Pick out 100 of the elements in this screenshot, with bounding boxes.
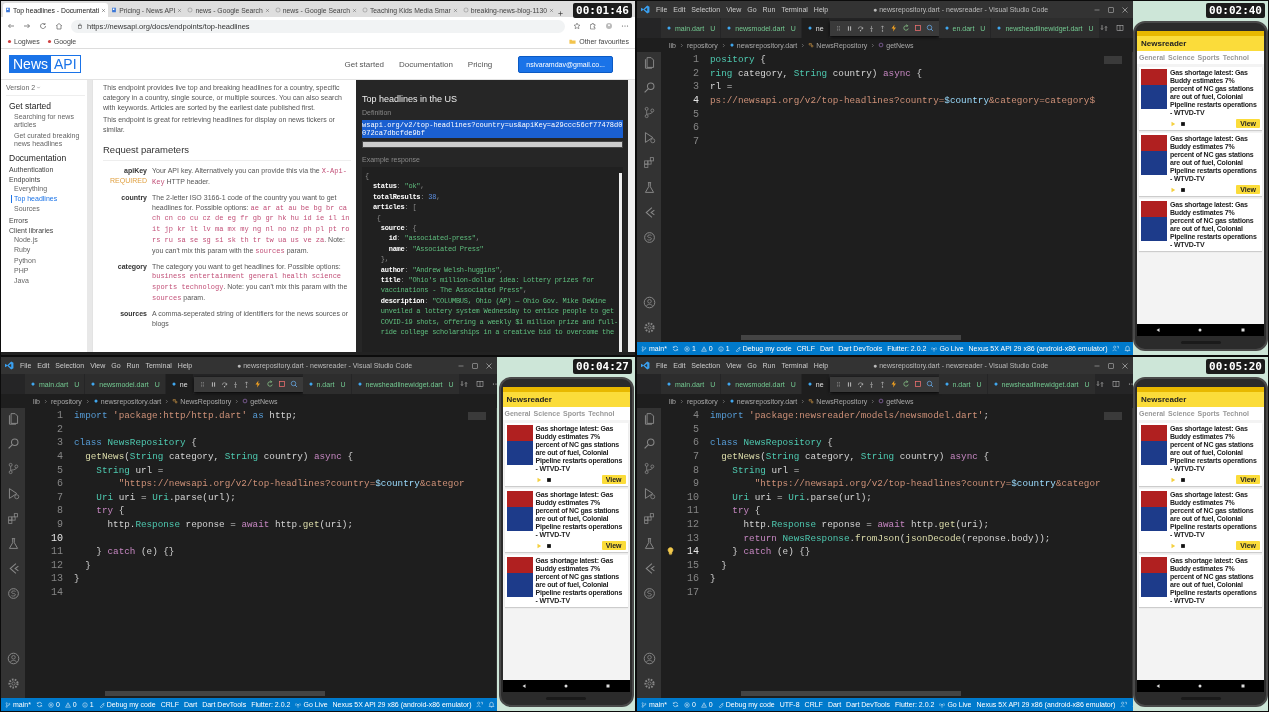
close-icon[interactable] bbox=[264, 7, 270, 13]
back-icon[interactable] bbox=[1155, 683, 1162, 689]
compare-icon[interactable] bbox=[459, 380, 468, 388]
home-icon[interactable] bbox=[1197, 683, 1204, 689]
stop-icon[interactable] bbox=[545, 542, 552, 549]
recents-icon[interactable] bbox=[1239, 327, 1246, 333]
step-out-icon[interactable] bbox=[242, 380, 250, 388]
stop-icon[interactable] bbox=[545, 476, 552, 483]
extensions-icon[interactable] bbox=[642, 512, 656, 525]
lightbulb-icon[interactable] bbox=[666, 547, 675, 557]
lightning-icon[interactable] bbox=[253, 380, 262, 388]
profile-icon[interactable] bbox=[605, 22, 613, 30]
coin-icon[interactable] bbox=[6, 587, 20, 600]
files-icon[interactable] bbox=[6, 412, 20, 425]
sidebar-link[interactable]: Get started bbox=[6, 101, 85, 111]
compare-icon[interactable] bbox=[1095, 380, 1104, 388]
restart-icon[interactable] bbox=[901, 380, 910, 388]
search-icon[interactable] bbox=[642, 81, 656, 94]
settings-icon[interactable] bbox=[642, 677, 656, 690]
scrollbar[interactable] bbox=[619, 173, 622, 352]
split-editor-icon[interactable] bbox=[475, 380, 484, 388]
account-icon[interactable] bbox=[642, 296, 656, 309]
feedback-icon[interactable] bbox=[476, 701, 484, 708]
feedback-icon[interactable] bbox=[1112, 345, 1120, 352]
search-icon[interactable] bbox=[289, 380, 298, 388]
maximize-icon[interactable] bbox=[1107, 361, 1115, 370]
chevrons-icon[interactable] bbox=[642, 206, 656, 219]
recents-icon[interactable] bbox=[1239, 683, 1246, 689]
scrollbar[interactable] bbox=[741, 691, 961, 696]
split-editor-icon[interactable] bbox=[1115, 24, 1124, 32]
stop-icon[interactable] bbox=[1180, 542, 1186, 549]
close-icon[interactable] bbox=[452, 7, 458, 13]
pause-icon[interactable] bbox=[845, 24, 853, 32]
step-over-icon[interactable] bbox=[220, 380, 228, 388]
branch-icon[interactable] bbox=[642, 462, 656, 475]
step-over-icon[interactable] bbox=[856, 380, 864, 388]
step-out-icon[interactable] bbox=[878, 24, 886, 32]
stop-icon[interactable] bbox=[1180, 476, 1186, 483]
sync-icon[interactable] bbox=[671, 345, 679, 352]
close-icon[interactable] bbox=[177, 7, 183, 13]
search-icon[interactable] bbox=[6, 437, 20, 450]
reload-icon[interactable] bbox=[39, 22, 47, 30]
files-icon[interactable] bbox=[642, 412, 656, 425]
step-out-icon[interactable] bbox=[878, 380, 886, 388]
stop-icon[interactable] bbox=[1180, 120, 1186, 127]
sidebar-link[interactable]: Documentation bbox=[6, 152, 85, 163]
run-icon[interactable] bbox=[642, 487, 656, 500]
feedback-icon[interactable] bbox=[1120, 701, 1128, 708]
scrollbar[interactable] bbox=[105, 691, 325, 696]
files-icon[interactable] bbox=[642, 56, 656, 69]
restart-icon[interactable] bbox=[901, 24, 910, 32]
account-icon[interactable] bbox=[642, 652, 656, 665]
pause-icon[interactable] bbox=[845, 380, 853, 388]
flask-icon[interactable] bbox=[6, 537, 20, 550]
scrollbar[interactable] bbox=[741, 335, 961, 340]
nav-link[interactable]: Documentation bbox=[399, 59, 453, 69]
compare-icon[interactable] bbox=[1099, 24, 1108, 32]
step-over-icon[interactable] bbox=[856, 24, 864, 32]
home-icon[interactable] bbox=[563, 683, 569, 689]
forward-icon[interactable] bbox=[23, 22, 31, 30]
lightning-icon[interactable] bbox=[889, 380, 898, 388]
close-icon[interactable] bbox=[549, 7, 554, 13]
search-icon[interactable] bbox=[642, 437, 656, 450]
close-icon[interactable] bbox=[351, 7, 357, 13]
flask-icon[interactable] bbox=[642, 537, 656, 550]
close-icon[interactable] bbox=[101, 7, 107, 13]
bell-icon[interactable] bbox=[488, 701, 496, 708]
home-icon[interactable] bbox=[1197, 327, 1204, 333]
site-logo[interactable]: News API bbox=[9, 55, 81, 73]
sync-icon[interactable] bbox=[671, 701, 679, 708]
recents-icon[interactable] bbox=[605, 683, 612, 689]
step-into-icon[interactable] bbox=[867, 24, 875, 32]
settings-icon[interactable] bbox=[6, 677, 20, 690]
bell-icon[interactable] bbox=[1124, 345, 1132, 352]
extensions-icon[interactable] bbox=[6, 512, 20, 525]
restart-icon[interactable] bbox=[265, 380, 274, 388]
extensions-icon[interactable] bbox=[642, 156, 656, 169]
run-icon[interactable] bbox=[6, 487, 20, 500]
nav-link[interactable]: Get started bbox=[344, 59, 385, 69]
stop-icon[interactable] bbox=[1180, 186, 1186, 193]
maximize-icon[interactable] bbox=[1107, 5, 1115, 14]
flask-icon[interactable] bbox=[642, 181, 656, 194]
branch-icon[interactable] bbox=[6, 462, 20, 475]
branch-icon[interactable] bbox=[642, 106, 656, 119]
coin-icon[interactable] bbox=[642, 231, 656, 244]
lightning-icon[interactable] bbox=[889, 24, 898, 32]
nav-link[interactable]: Pricing bbox=[467, 59, 493, 69]
account-icon[interactable] bbox=[6, 652, 20, 665]
star-icon[interactable] bbox=[573, 22, 581, 30]
back-icon[interactable] bbox=[520, 683, 527, 689]
menu-icon[interactable] bbox=[621, 22, 629, 30]
run-icon[interactable] bbox=[642, 131, 656, 144]
search-icon[interactable] bbox=[925, 380, 934, 388]
settings-icon[interactable] bbox=[642, 321, 656, 334]
scrollbar[interactable] bbox=[362, 141, 623, 148]
step-into-icon[interactable] bbox=[231, 380, 239, 388]
new-tab-icon[interactable] bbox=[557, 10, 564, 17]
puzzle-icon[interactable] bbox=[589, 22, 597, 30]
maximize-icon[interactable] bbox=[471, 361, 479, 370]
chevrons-icon[interactable] bbox=[642, 562, 656, 575]
